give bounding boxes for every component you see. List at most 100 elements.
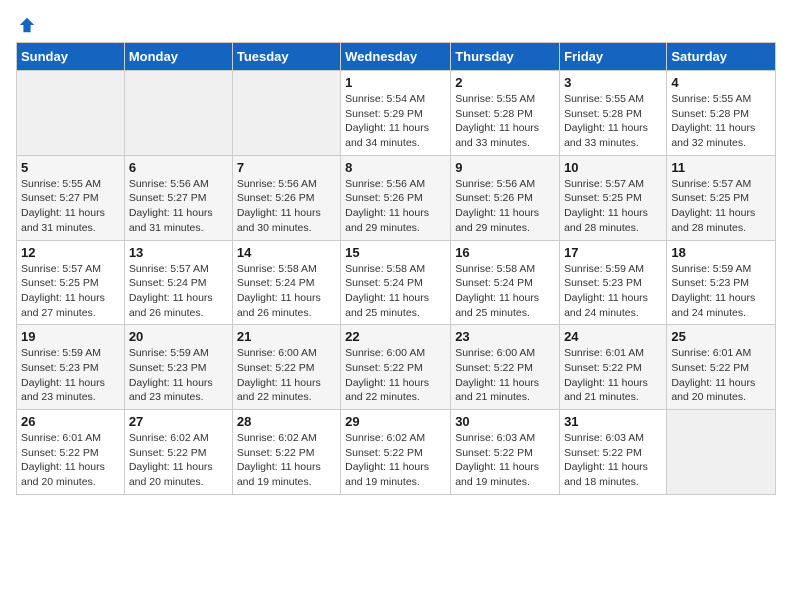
calendar-cell: 12 Sunrise: 5:57 AMSunset: 5:25 PMDayligh…	[17, 240, 125, 325]
day-detail: Sunrise: 6:00 AMSunset: 5:22 PMDaylight:…	[345, 346, 446, 405]
day-detail: Sunrise: 5:56 AMSunset: 5:26 PMDaylight:…	[237, 177, 336, 236]
day-number: 30	[455, 414, 555, 429]
day-detail: Sunrise: 6:03 AMSunset: 5:22 PMDaylight:…	[455, 431, 555, 490]
day-detail: Sunrise: 5:56 AMSunset: 5:26 PMDaylight:…	[455, 177, 555, 236]
calendar-cell: 17 Sunrise: 5:59 AMSunset: 5:23 PMDayligh…	[560, 240, 667, 325]
day-detail: Sunrise: 6:03 AMSunset: 5:22 PMDaylight:…	[564, 431, 662, 490]
day-number: 13	[129, 245, 228, 260]
day-detail: Sunrise: 5:58 AMSunset: 5:24 PMDaylight:…	[237, 262, 336, 321]
calendar-header-monday: Monday	[124, 43, 232, 71]
day-detail: Sunrise: 5:55 AMSunset: 5:28 PMDaylight:…	[455, 92, 555, 151]
day-number: 20	[129, 329, 228, 344]
calendar-cell: 2 Sunrise: 5:55 AMSunset: 5:28 PMDaylight…	[451, 71, 560, 156]
day-number: 6	[129, 160, 228, 175]
calendar-cell: 16 Sunrise: 5:58 AMSunset: 5:24 PMDayligh…	[451, 240, 560, 325]
day-number: 11	[671, 160, 771, 175]
calendar-header-row: SundayMondayTuesdayWednesdayThursdayFrid…	[17, 43, 776, 71]
day-detail: Sunrise: 6:01 AMSunset: 5:22 PMDaylight:…	[21, 431, 120, 490]
day-number: 18	[671, 245, 771, 260]
day-number: 26	[21, 414, 120, 429]
calendar-cell: 4Sunrise: 5:55 AMSunset: 5:28 PMDaylight…	[667, 71, 776, 156]
day-number: 9	[455, 160, 555, 175]
calendar-cell: 7 Sunrise: 5:56 AMSunset: 5:26 PMDaylight…	[232, 155, 340, 240]
calendar-cell: 25 Sunrise: 6:01 AMSunset: 5:22 PMDayligh…	[667, 325, 776, 410]
day-number: 14	[237, 245, 336, 260]
calendar-week-row: 1Sunrise: 5:54 AMSunset: 5:29 PMDaylight…	[17, 71, 776, 156]
day-number: 15	[345, 245, 446, 260]
day-detail: Sunrise: 6:00 AMSunset: 5:22 PMDaylight:…	[237, 346, 336, 405]
calendar-header-thursday: Thursday	[451, 43, 560, 71]
day-detail: Sunrise: 6:02 AMSunset: 5:22 PMDaylight:…	[129, 431, 228, 490]
day-number: 10	[564, 160, 662, 175]
calendar-cell: 24 Sunrise: 6:01 AMSunset: 5:22 PMDayligh…	[560, 325, 667, 410]
day-detail: Sunrise: 5:56 AMSunset: 5:27 PMDaylight:…	[129, 177, 228, 236]
day-number: 1	[345, 75, 446, 90]
calendar-cell: 5Sunrise: 5:55 AMSunset: 5:27 PMDaylight…	[17, 155, 125, 240]
calendar-header-tuesday: Tuesday	[232, 43, 340, 71]
calendar-cell: 28Sunrise: 6:02 AMSunset: 5:22 PMDayligh…	[232, 410, 340, 495]
day-detail: Sunrise: 5:57 AMSunset: 5:25 PMDaylight:…	[21, 262, 120, 321]
day-detail: Sunrise: 6:01 AMSunset: 5:22 PMDaylight:…	[564, 346, 662, 405]
calendar-cell: 10 Sunrise: 5:57 AMSunset: 5:25 PMDayligh…	[560, 155, 667, 240]
calendar-cell: 11 Sunrise: 5:57 AMSunset: 5:25 PMDayligh…	[667, 155, 776, 240]
calendar-header-sunday: Sunday	[17, 43, 125, 71]
day-number: 24	[564, 329, 662, 344]
day-detail: Sunrise: 5:55 AMSunset: 5:27 PMDaylight:…	[21, 177, 120, 236]
calendar-cell: 30 Sunrise: 6:03 AMSunset: 5:22 PMDayligh…	[451, 410, 560, 495]
day-detail: Sunrise: 5:57 AMSunset: 5:25 PMDaylight:…	[671, 177, 771, 236]
calendar-cell	[17, 71, 125, 156]
calendar-cell: 19 Sunrise: 5:59 AMSunset: 5:23 PMDayligh…	[17, 325, 125, 410]
calendar-cell: 20Sunrise: 5:59 AMSunset: 5:23 PMDayligh…	[124, 325, 232, 410]
calendar-cell: 31Sunrise: 6:03 AMSunset: 5:22 PMDayligh…	[560, 410, 667, 495]
calendar-cell: 29Sunrise: 6:02 AMSunset: 5:22 PMDayligh…	[341, 410, 451, 495]
calendar-week-row: 26 Sunrise: 6:01 AMSunset: 5:22 PMDayligh…	[17, 410, 776, 495]
day-detail: Sunrise: 5:59 AMSunset: 5:23 PMDaylight:…	[21, 346, 120, 405]
day-number: 7	[237, 160, 336, 175]
day-number: 2	[455, 75, 555, 90]
calendar-cell: 21 Sunrise: 6:00 AMSunset: 5:22 PMDayligh…	[232, 325, 340, 410]
calendar-cell: 18 Sunrise: 5:59 AMSunset: 5:23 PMDayligh…	[667, 240, 776, 325]
calendar-cell: 14 Sunrise: 5:58 AMSunset: 5:24 PMDayligh…	[232, 240, 340, 325]
calendar-cell: 1Sunrise: 5:54 AMSunset: 5:29 PMDaylight…	[341, 71, 451, 156]
day-number: 19	[21, 329, 120, 344]
day-detail: Sunrise: 5:55 AMSunset: 5:28 PMDaylight:…	[671, 92, 771, 151]
day-number: 12	[21, 245, 120, 260]
logo	[16, 16, 36, 34]
calendar-table: SundayMondayTuesdayWednesdayThursdayFrid…	[16, 42, 776, 495]
day-detail: Sunrise: 5:57 AMSunset: 5:25 PMDaylight:…	[564, 177, 662, 236]
day-detail: Sunrise: 5:56 AMSunset: 5:26 PMDaylight:…	[345, 177, 446, 236]
day-number: 29	[345, 414, 446, 429]
page-header	[16, 16, 776, 34]
calendar-header-wednesday: Wednesday	[341, 43, 451, 71]
calendar-cell: 23 Sunrise: 6:00 AMSunset: 5:22 PMDayligh…	[451, 325, 560, 410]
day-detail: Sunrise: 5:57 AMSunset: 5:24 PMDaylight:…	[129, 262, 228, 321]
calendar-cell: 6 Sunrise: 5:56 AMSunset: 5:27 PMDaylight…	[124, 155, 232, 240]
calendar-cell: 26 Sunrise: 6:01 AMSunset: 5:22 PMDayligh…	[17, 410, 125, 495]
day-detail: Sunrise: 5:59 AMSunset: 5:23 PMDaylight:…	[564, 262, 662, 321]
day-number: 8	[345, 160, 446, 175]
calendar-header-saturday: Saturday	[667, 43, 776, 71]
day-number: 25	[671, 329, 771, 344]
day-detail: Sunrise: 5:58 AMSunset: 5:24 PMDaylight:…	[455, 262, 555, 321]
day-number: 23	[455, 329, 555, 344]
day-number: 16	[455, 245, 555, 260]
day-number: 17	[564, 245, 662, 260]
calendar-cell	[667, 410, 776, 495]
day-detail: Sunrise: 5:59 AMSunset: 5:23 PMDaylight:…	[671, 262, 771, 321]
day-detail: Sunrise: 6:01 AMSunset: 5:22 PMDaylight:…	[671, 346, 771, 405]
day-number: 21	[237, 329, 336, 344]
day-number: 27	[129, 414, 228, 429]
day-detail: Sunrise: 6:00 AMSunset: 5:22 PMDaylight:…	[455, 346, 555, 405]
day-detail: Sunrise: 5:58 AMSunset: 5:24 PMDaylight:…	[345, 262, 446, 321]
calendar-cell: 3Sunrise: 5:55 AMSunset: 5:28 PMDaylight…	[560, 71, 667, 156]
calendar-cell: 9 Sunrise: 5:56 AMSunset: 5:26 PMDaylight…	[451, 155, 560, 240]
calendar-cell	[124, 71, 232, 156]
calendar-cell	[232, 71, 340, 156]
calendar-header-friday: Friday	[560, 43, 667, 71]
calendar-cell: 27 Sunrise: 6:02 AMSunset: 5:22 PMDayligh…	[124, 410, 232, 495]
day-detail: Sunrise: 6:02 AMSunset: 5:22 PMDaylight:…	[237, 431, 336, 490]
calendar-cell: 22Sunrise: 6:00 AMSunset: 5:22 PMDayligh…	[341, 325, 451, 410]
calendar-cell: 15 Sunrise: 5:58 AMSunset: 5:24 PMDayligh…	[341, 240, 451, 325]
calendar-cell: 13 Sunrise: 5:57 AMSunset: 5:24 PMDayligh…	[124, 240, 232, 325]
day-detail: Sunrise: 5:55 AMSunset: 5:28 PMDaylight:…	[564, 92, 662, 151]
